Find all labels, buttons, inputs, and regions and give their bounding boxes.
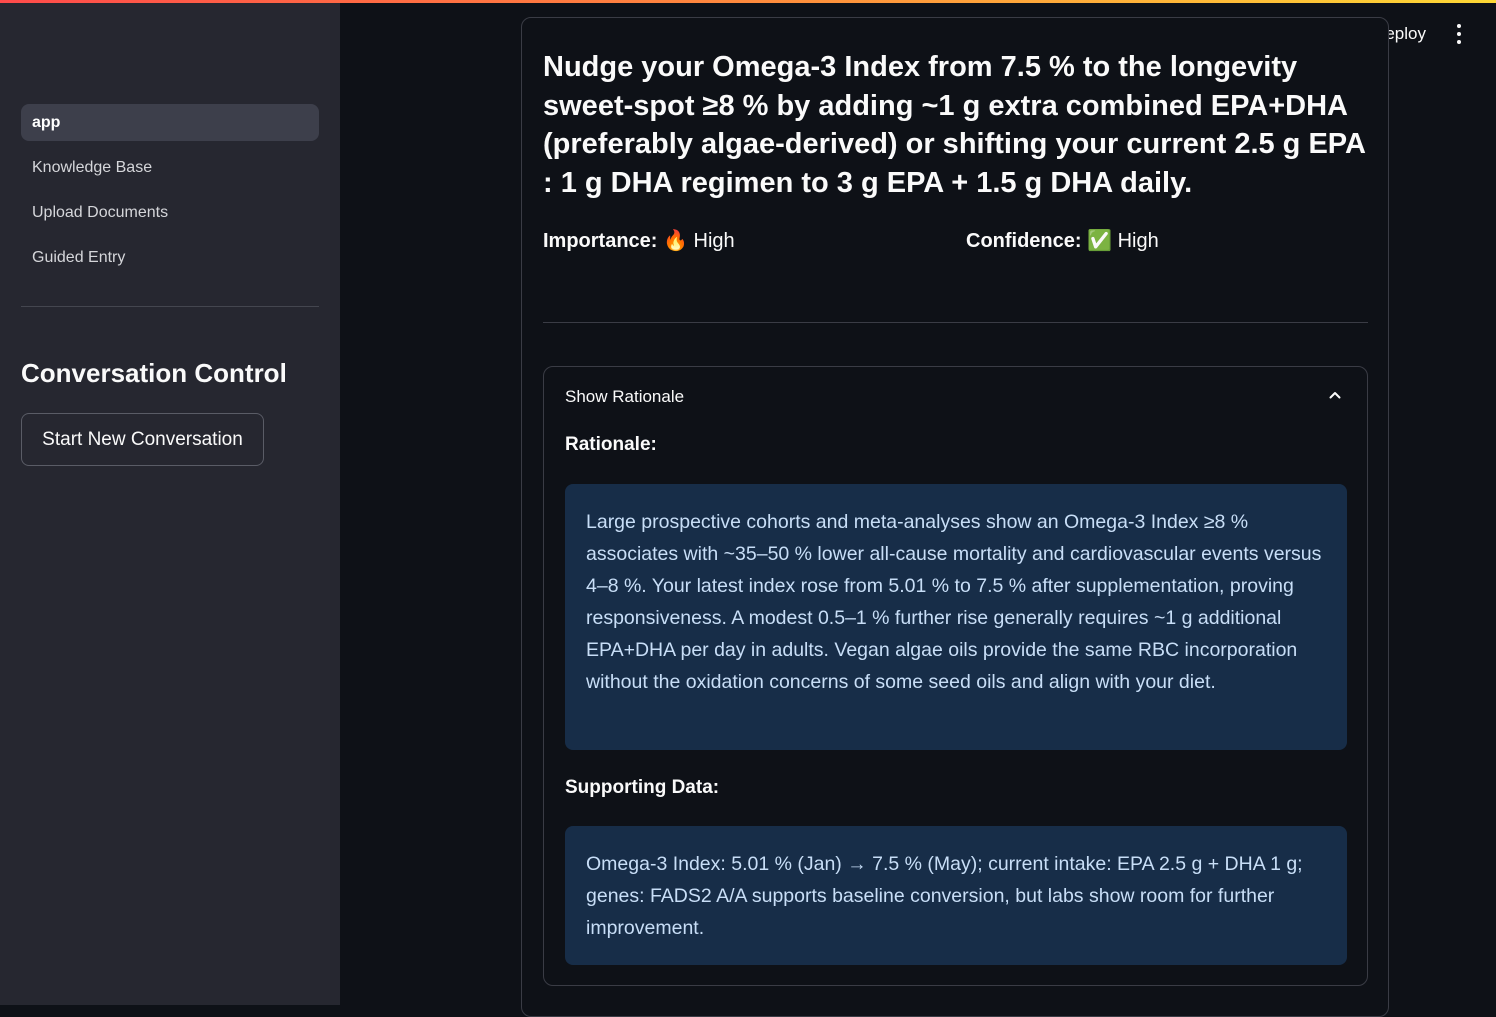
rationale-expander: Show Rationale Rationale: Large prospect… xyxy=(543,366,1368,986)
start-new-conversation-button[interactable]: Start New Conversation xyxy=(21,413,264,466)
check-mark-icon: ✅ xyxy=(1087,230,1113,252)
show-rationale-toggle[interactable]: Show Rationale xyxy=(565,387,684,407)
sidebar-item-guided-entry[interactable]: Guided Entry xyxy=(21,239,319,276)
recommendation-card: Nudge your Omega-3 Index from 7.5 % to t… xyxy=(521,17,1389,1017)
supporting-data-text: Omega-3 Index: 5.01 % (Jan) → 7.5 % (May… xyxy=(586,853,1303,939)
sidebar-nav: app Knowledge Base Upload Documents Guid… xyxy=(21,104,319,284)
recommendation-title: Nudge your Omega-3 Index from 7.5 % to t… xyxy=(543,51,1365,199)
rationale-info-box: Large prospective cohorts and meta-analy… xyxy=(565,484,1347,750)
supporting-data-heading: Supporting Data: xyxy=(565,777,720,798)
importance-value: High xyxy=(693,230,735,252)
kebab-menu-icon[interactable] xyxy=(1452,24,1466,44)
conversation-control-heading: Conversation Control xyxy=(21,358,287,388)
card-divider xyxy=(543,322,1368,323)
sidebar: app Knowledge Base Upload Documents Guid… xyxy=(0,0,340,1005)
rationale-heading: Rationale: xyxy=(565,434,657,455)
supporting-data-info-box: Omega-3 Index: 5.01 % (Jan) → 7.5 % (May… xyxy=(565,826,1347,965)
app-top-decoration xyxy=(0,0,1496,3)
sidebar-item-upload-documents[interactable]: Upload Documents xyxy=(21,194,319,231)
confidence-label: Confidence: xyxy=(966,230,1082,252)
confidence-value: High xyxy=(1117,230,1159,252)
importance-label: Importance: xyxy=(543,230,658,252)
sidebar-item-knowledge-base[interactable]: Knowledge Base xyxy=(21,149,319,186)
chevron-up-icon[interactable] xyxy=(1329,389,1341,401)
fire-icon: 🔥 xyxy=(663,230,688,252)
sidebar-item-app[interactable]: app xyxy=(21,104,319,141)
confidence-indicator: Confidence: ✅ High xyxy=(966,228,1159,253)
rationale-text: Large prospective cohorts and meta-analy… xyxy=(586,511,1322,693)
importance-indicator: Importance: 🔥 High xyxy=(543,228,735,253)
sidebar-divider xyxy=(21,306,319,307)
